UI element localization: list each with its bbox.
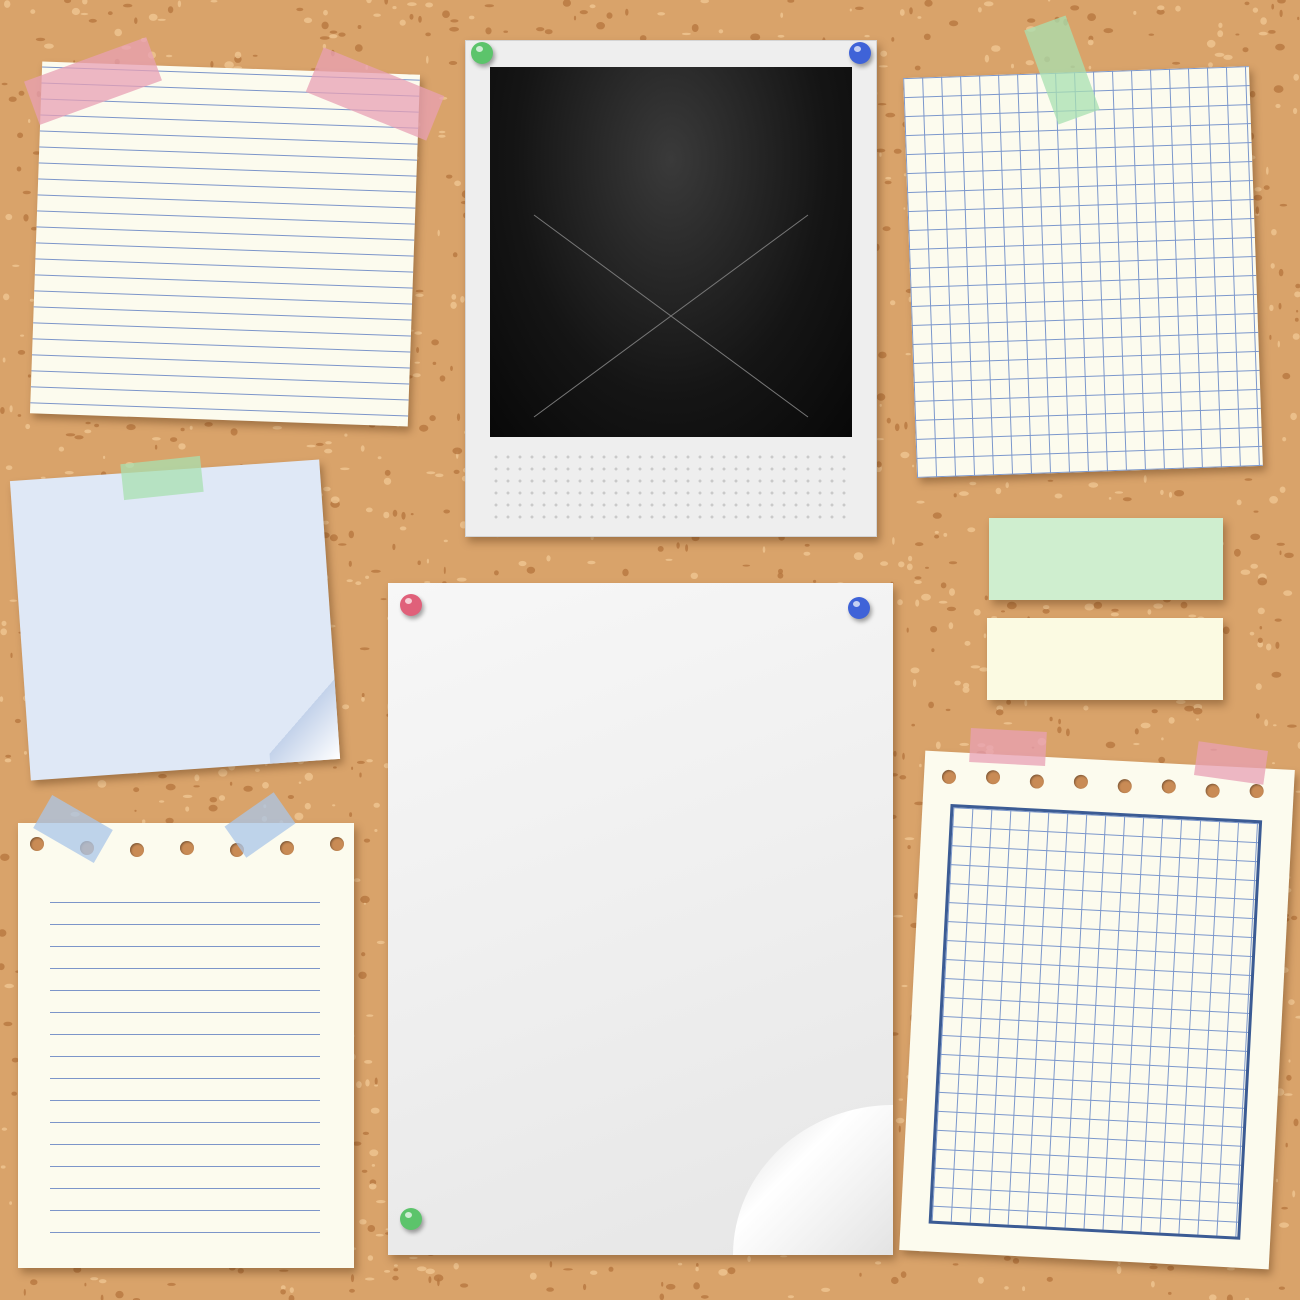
ruled-lines <box>50 881 320 1241</box>
push-pin-icon <box>848 597 870 619</box>
sticky-note-blue[interactable] <box>9 459 341 781</box>
grid-note-bottom-right[interactable] <box>899 750 1295 1270</box>
binder-hole <box>985 769 1001 785</box>
binder-hole <box>280 841 294 855</box>
photo-frame-texture <box>490 451 852 521</box>
push-pin-icon <box>400 594 422 616</box>
binder-hole <box>180 841 194 855</box>
binder-hole <box>1029 774 1045 789</box>
binder-hole <box>941 769 957 785</box>
grid-note-top-right[interactable] <box>903 66 1263 478</box>
lined-note-top-left[interactable] <box>29 61 421 427</box>
lined-note-bottom-left[interactable] <box>18 823 354 1268</box>
binder-hole <box>30 837 44 851</box>
binder-hole <box>1073 774 1089 790</box>
blank-white-page[interactable] <box>388 583 893 1255</box>
push-pin-icon <box>849 42 871 64</box>
page-curl-icon <box>263 669 341 764</box>
grid-area <box>928 804 1263 1240</box>
push-pin-icon <box>400 1208 422 1230</box>
binder-hole <box>1117 778 1133 794</box>
binder-hole <box>1205 783 1220 799</box>
sticky-strip-green[interactable] <box>989 518 1223 600</box>
push-pin-icon <box>471 42 493 64</box>
polaroid-photo-frame[interactable] <box>465 40 877 537</box>
page-curl-icon <box>733 1105 893 1255</box>
binder-hole <box>1161 779 1177 794</box>
sticky-strip-yellow[interactable] <box>987 618 1223 700</box>
binder-hole <box>1249 783 1265 799</box>
binder-hole <box>130 843 144 857</box>
binder-hole <box>330 837 344 851</box>
tape-pink-grid-left <box>969 728 1047 766</box>
photo-placeholder <box>490 67 852 437</box>
